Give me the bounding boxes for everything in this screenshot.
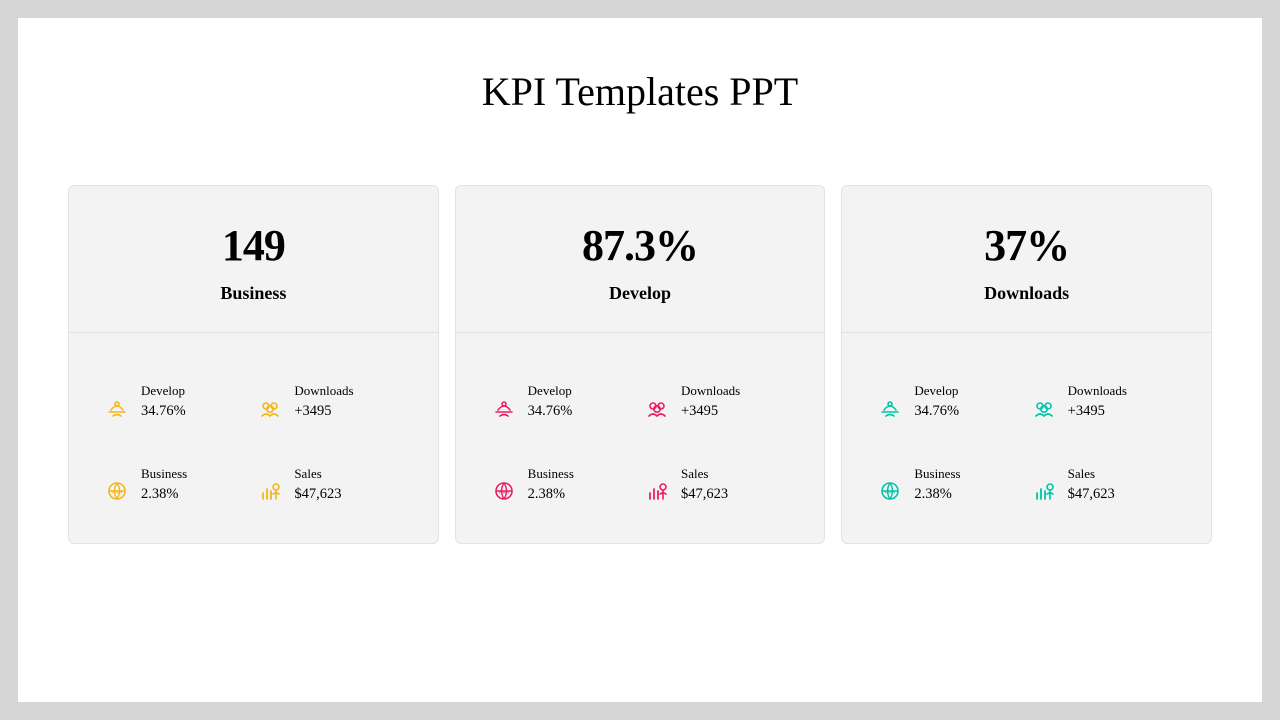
card-value: 37% [872, 220, 1181, 271]
metric-business: Business 2.38% [878, 466, 1021, 503]
card-label: Develop [486, 283, 795, 304]
card-head: 149 Business [69, 186, 438, 333]
metric-sales: Sales $47,623 [645, 466, 788, 503]
metric-label: Downloads [681, 383, 740, 399]
kpi-card-develop: 87.3% Develop Develop 34.76% Downloads +… [455, 185, 826, 544]
metric-value: $47,623 [1068, 486, 1115, 503]
metric-label: Business [528, 466, 574, 482]
downloads-icon [645, 396, 669, 420]
metric-business: Business 2.38% [105, 466, 248, 503]
business-icon [492, 479, 516, 503]
metric-value: 2.38% [141, 486, 187, 503]
metric-label: Develop [914, 383, 959, 399]
sales-icon [1032, 479, 1056, 503]
metric-label: Sales [1068, 466, 1115, 482]
card-label: Business [99, 283, 408, 304]
page-frame: KPI Templates PPT 149 Business Develop 3… [18, 18, 1262, 702]
downloads-icon [258, 396, 282, 420]
card-head: 87.3% Develop [456, 186, 825, 333]
metric-label: Downloads [1068, 383, 1127, 399]
card-head: 37% Downloads [842, 186, 1211, 333]
card-body: Develop 34.76% Downloads +3495 Business [842, 333, 1211, 543]
card-body: Develop 34.76% Downloads +3495 Business [456, 333, 825, 543]
metric-label: Develop [141, 383, 186, 399]
metric-sales: Sales $47,623 [258, 466, 401, 503]
metric-value: 2.38% [528, 486, 574, 503]
metric-develop: Develop 34.76% [878, 383, 1021, 420]
metric-value: 34.76% [141, 403, 186, 420]
business-icon [878, 479, 902, 503]
metric-downloads: Downloads +3495 [1032, 383, 1175, 420]
metric-value: 34.76% [528, 403, 573, 420]
metric-value: 34.76% [914, 403, 959, 420]
metric-label: Sales [294, 466, 341, 482]
metric-label: Business [141, 466, 187, 482]
metric-develop: Develop 34.76% [492, 383, 635, 420]
metric-downloads: Downloads +3495 [645, 383, 788, 420]
develop-icon [492, 396, 516, 420]
sales-icon [645, 479, 669, 503]
card-value: 149 [99, 220, 408, 271]
card-body: Develop 34.76% Downloads +3495 Business [69, 333, 438, 543]
develop-icon [878, 396, 902, 420]
sales-icon [258, 479, 282, 503]
metric-value: 2.38% [914, 486, 960, 503]
metric-value: +3495 [1068, 403, 1127, 420]
business-icon [105, 479, 129, 503]
metric-value: $47,623 [294, 486, 341, 503]
metric-value: +3495 [294, 403, 353, 420]
metric-label: Downloads [294, 383, 353, 399]
metric-label: Develop [528, 383, 573, 399]
card-value: 87.3% [486, 220, 795, 271]
metric-business: Business 2.38% [492, 466, 635, 503]
downloads-icon [1032, 396, 1056, 420]
metric-label: Business [914, 466, 960, 482]
develop-icon [105, 396, 129, 420]
card-label: Downloads [872, 283, 1181, 304]
metric-label: Sales [681, 466, 728, 482]
kpi-card-downloads: 37% Downloads Develop 34.76% Downloads +… [841, 185, 1212, 544]
metric-value: $47,623 [681, 486, 728, 503]
metric-sales: Sales $47,623 [1032, 466, 1175, 503]
metric-downloads: Downloads +3495 [258, 383, 401, 420]
page-title: KPI Templates PPT [68, 68, 1212, 115]
metric-develop: Develop 34.76% [105, 383, 248, 420]
cards-row: 149 Business Develop 34.76% Downloads +3… [68, 185, 1212, 544]
metric-value: +3495 [681, 403, 740, 420]
kpi-card-business: 149 Business Develop 34.76% Downloads +3… [68, 185, 439, 544]
